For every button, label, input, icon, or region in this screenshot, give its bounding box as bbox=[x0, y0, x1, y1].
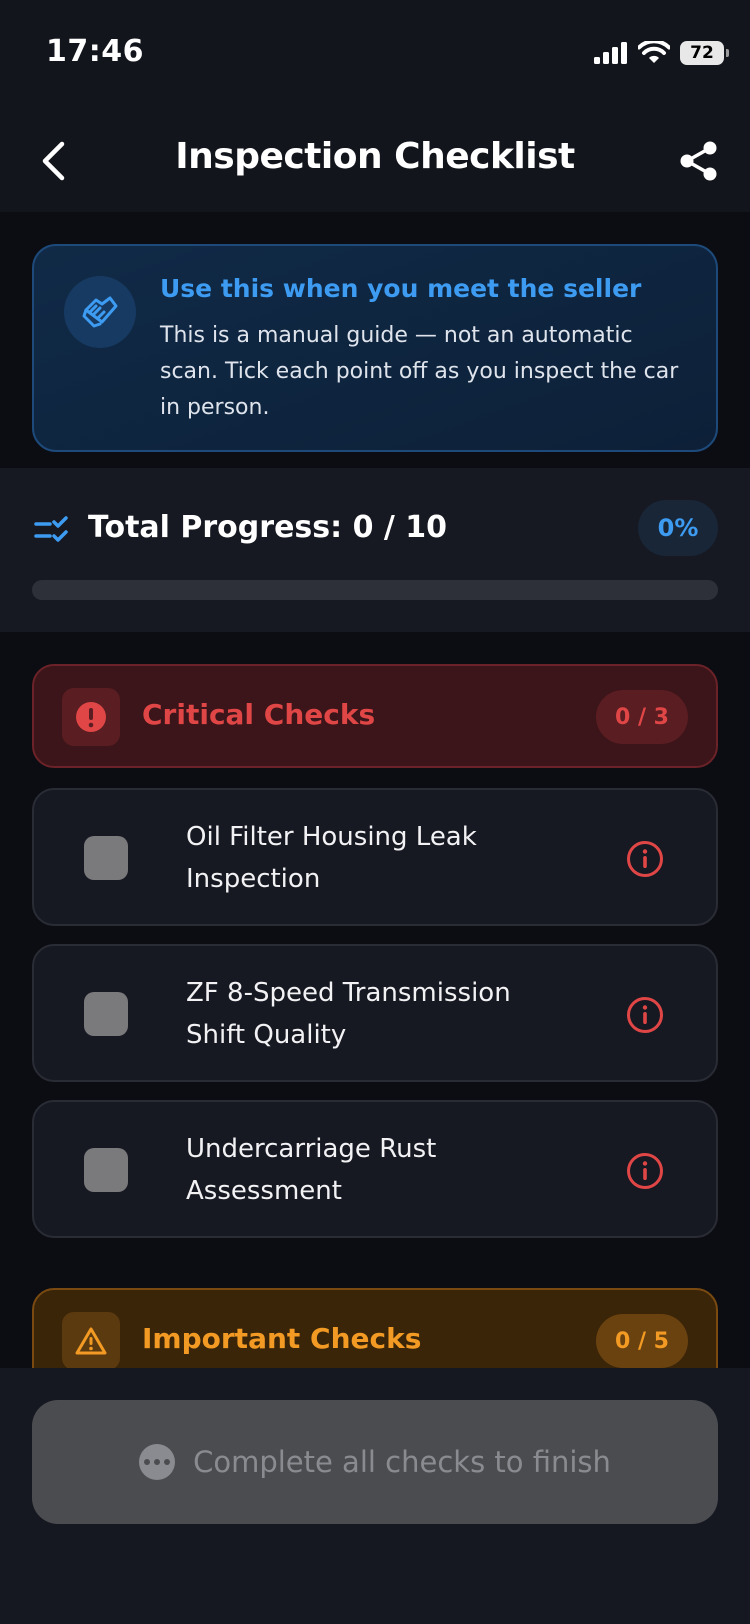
info-icon[interactable] bbox=[626, 1152, 664, 1190]
progress-percent-badge: 0% bbox=[638, 500, 718, 556]
page-title: Inspection Checklist bbox=[175, 136, 575, 177]
info-icon-badge bbox=[64, 276, 136, 348]
more-dots-icon bbox=[139, 1444, 176, 1480]
important-icon-badge bbox=[62, 1312, 120, 1370]
share-icon bbox=[680, 141, 717, 181]
item-label: ZF 8-Speed Transmission Shift Quality bbox=[186, 978, 511, 1050]
item-checkbox[interactable] bbox=[84, 836, 128, 880]
info-card: Use this when you meet the seller This i… bbox=[32, 244, 718, 452]
group-title-important: Important Checks bbox=[142, 1322, 422, 1355]
checklist-item[interactable]: Undercarriage Rust Assessment bbox=[32, 1100, 718, 1238]
group-title-critical: Critical Checks bbox=[142, 698, 376, 731]
info-icon[interactable] bbox=[626, 996, 664, 1034]
info-icon[interactable] bbox=[626, 840, 664, 878]
status-icons: 72 bbox=[594, 38, 729, 68]
progress-label: Total Progress: 0 / 10 bbox=[88, 510, 448, 545]
group-count-critical: 0 / 3 bbox=[596, 690, 688, 744]
group-header-critical[interactable]: Critical Checks 0 / 3 bbox=[32, 664, 718, 768]
item-label: Undercarriage Rust Assessment bbox=[186, 1134, 437, 1206]
checklist-item[interactable]: ZF 8-Speed Transmission Shift Quality bbox=[32, 944, 718, 1082]
bottom-bar: Complete all checks to finish bbox=[0, 1368, 750, 1624]
item-checkbox[interactable] bbox=[84, 1148, 128, 1192]
handshake-icon bbox=[82, 296, 118, 328]
wifi-icon bbox=[638, 41, 670, 63]
checklist-icon bbox=[34, 516, 68, 542]
progress-section: Total Progress: 0 / 10 0% bbox=[0, 468, 750, 632]
critical-icon-badge bbox=[62, 688, 120, 746]
finish-button-label: Complete all checks to finish bbox=[193, 1445, 611, 1479]
checklist-item[interactable]: Oil Filter Housing Leak Inspection bbox=[32, 788, 718, 926]
nav-bar: Inspection Checklist bbox=[0, 110, 750, 212]
info-title: Use this when you meet the seller bbox=[160, 274, 642, 303]
item-label: Oil Filter Housing Leak Inspection bbox=[186, 822, 477, 894]
finish-button[interactable]: Complete all checks to finish bbox=[32, 1400, 718, 1524]
battery-indicator: 72 bbox=[680, 41, 729, 65]
group-count-important: 0 / 5 bbox=[596, 1314, 688, 1368]
status-bar: 17:46 72 bbox=[0, 0, 750, 110]
status-time: 17:46 bbox=[46, 34, 144, 69]
item-checkbox[interactable] bbox=[84, 992, 128, 1036]
progress-bar bbox=[32, 580, 718, 600]
share-button[interactable] bbox=[676, 136, 722, 186]
signal-icon bbox=[594, 42, 627, 64]
alert-circle-icon bbox=[76, 702, 106, 732]
info-body: This is a manual guide — not an automati… bbox=[160, 323, 679, 420]
warning-triangle-icon bbox=[75, 1327, 107, 1355]
